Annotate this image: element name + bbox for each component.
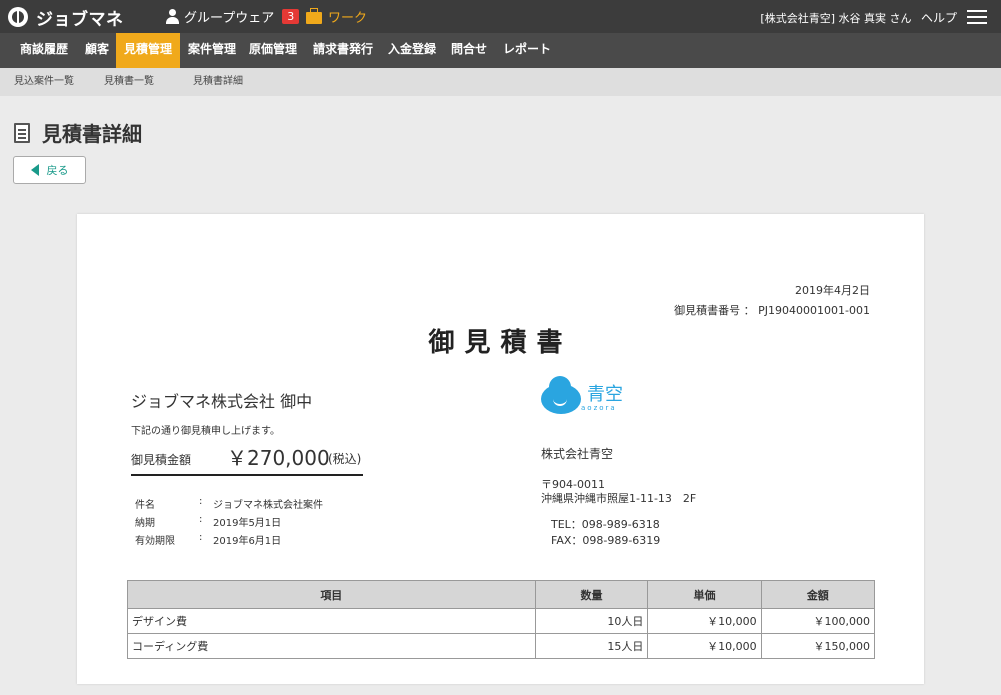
issuer-address: 沖縄県沖縄市照屋1-11-13 2F xyxy=(541,492,697,505)
breadcrumb-item-current: 見積書詳細 xyxy=(179,68,281,96)
logo-name: 青空 xyxy=(587,384,623,405)
hamburger-menu-icon[interactable] xyxy=(967,10,987,24)
nav-item-project-management[interactable]: 案件管理 xyxy=(182,33,242,68)
cell-unit-price: ￥10,000 xyxy=(647,633,762,659)
quote-fields: 件名: ジョブマネ株式会社案件 納期: 2019年5月1日 有効期限: 2019… xyxy=(135,496,323,550)
logo-icon xyxy=(8,7,28,27)
back-label: 戻る xyxy=(46,164,69,177)
amount-tax: (税込) xyxy=(328,452,362,466)
nav-item-payment[interactable]: 入金登録 xyxy=(382,33,442,68)
column-header-quantity: 数量 xyxy=(534,580,649,609)
cell-amount: ￥150,000 xyxy=(760,633,876,659)
nav-item-quote-management[interactable]: 見積管理 xyxy=(116,33,180,68)
nav-item-report[interactable]: レポート xyxy=(498,33,556,68)
nav-item-invoice[interactable]: 請求書発行 xyxy=(308,33,378,68)
breadcrumb: 見込案件一覧 見積書一覧 見積書詳細 xyxy=(0,68,1001,96)
field-row: 有効期限: 2019年6月1日 xyxy=(135,532,323,550)
cell-unit-price: ￥10,000 xyxy=(647,608,762,634)
field-key: 納期 xyxy=(135,518,155,529)
quote-number-label: 御見積書番号 ： xyxy=(674,304,755,317)
field-key: 件名 xyxy=(135,500,155,511)
field-row: 件名: ジョブマネ株式会社案件 xyxy=(135,496,323,514)
quote-number-value: PJ19040001001-001 xyxy=(758,304,870,317)
cloud-logo-icon xyxy=(541,376,581,414)
cell-item: デザイン費 xyxy=(127,608,536,634)
table-row: デザイン費 10人日 ￥10,000 ￥100,000 xyxy=(127,608,876,634)
top-bar: ジョブマネ グループウェア 3 ワーク [株式会社青空] 水谷 真実 さん ヘル… xyxy=(0,0,1001,33)
briefcase-icon xyxy=(306,7,322,24)
user-area: [株式会社青空] 水谷 真実 さん ヘルプ xyxy=(760,9,957,26)
main-nav: 商談履歴 顧客 見積管理 案件管理 原価管理 請求書発行 入金登録 問合せ レポ… xyxy=(0,33,1001,68)
intro-text: 下記の通り御見積申し上げます。 xyxy=(131,426,280,437)
breadcrumb-item[interactable]: 見積書一覧 xyxy=(90,68,192,96)
back-arrow-icon xyxy=(30,164,39,176)
page-title-text: 見積書詳細 xyxy=(42,122,142,146)
work-link[interactable]: ワーク xyxy=(306,7,367,26)
notification-badge: 3 xyxy=(282,9,300,24)
amount-value: ￥270,000 xyxy=(227,446,330,470)
column-header-unit-price: 単価 xyxy=(647,580,762,609)
client-name: ジョブマネ株式会社 御中 xyxy=(131,392,313,411)
field-key: 有効期限 xyxy=(135,536,175,547)
cell-quantity: 10人日 xyxy=(534,608,649,634)
nav-item-customers[interactable]: 顧客 xyxy=(80,33,114,68)
back-button[interactable]: 戻る xyxy=(13,156,86,184)
column-header-amount: 金額 xyxy=(760,580,876,609)
work-label: ワーク xyxy=(328,11,368,26)
quote-document: 2019年4月2日 御見積書番号 ： PJ19040001001-001 御見積… xyxy=(77,214,924,684)
nav-item-inquiry[interactable]: 問合せ xyxy=(445,33,493,68)
field-value: 2019年6月1日 xyxy=(213,536,282,547)
app-logo[interactable]: ジョブマネ xyxy=(8,5,124,30)
breadcrumb-item[interactable]: 見込案件一覧 xyxy=(0,68,103,96)
groupware-link[interactable]: グループウェア 3 xyxy=(166,7,300,26)
nav-item-cost-management[interactable]: 原価管理 xyxy=(244,33,302,68)
person-icon xyxy=(166,9,179,24)
page-title: 見積書詳細 xyxy=(14,118,142,147)
issuer-fax: FAX：098-989-6319 xyxy=(551,534,661,547)
groupware-label: グループウェア xyxy=(184,11,275,26)
amount-label: 御見積金額 xyxy=(131,453,192,467)
issuer-tel: TEL：098-989-6318 xyxy=(551,518,660,531)
company-logo: 青空 aozora xyxy=(541,376,623,414)
items-table: 項目 数量 単価 金額 デザイン費 10人日 ￥10,000 ￥100,000 … xyxy=(127,580,876,659)
cell-item: コーディング費 xyxy=(127,633,536,659)
logo-subtext: aozora xyxy=(581,404,617,412)
document-title: 御見積書 xyxy=(428,328,573,358)
cell-amount: ￥100,000 xyxy=(760,608,876,634)
column-header-item: 項目 xyxy=(127,580,536,609)
field-value: ジョブマネ株式会社案件 xyxy=(213,500,323,511)
table-row: コーディング費 15人日 ￥10,000 ￥150,000 xyxy=(127,633,876,659)
current-user[interactable]: [株式会社青空] 水谷 真実 さん xyxy=(760,12,911,25)
document-icon xyxy=(14,122,30,143)
quote-date: 2019年4月2日 xyxy=(795,284,870,297)
cell-quantity: 15人日 xyxy=(534,633,649,659)
field-row: 納期: 2019年5月1日 xyxy=(135,514,323,532)
field-value: 2019年5月1日 xyxy=(213,518,282,529)
quote-number: 御見積書番号 ： PJ19040001001-001 xyxy=(674,302,870,318)
table-header-row: 項目 数量 単価 金額 xyxy=(127,580,876,609)
total-amount: 御見積金額 ￥270,000 (税込) xyxy=(131,442,363,476)
nav-item-sales-history[interactable]: 商談履歴 xyxy=(14,33,74,68)
help-link[interactable]: ヘルプ xyxy=(921,11,957,25)
issuer-company-name: 株式会社青空 xyxy=(541,447,614,461)
app-name: ジョブマネ xyxy=(36,9,124,30)
